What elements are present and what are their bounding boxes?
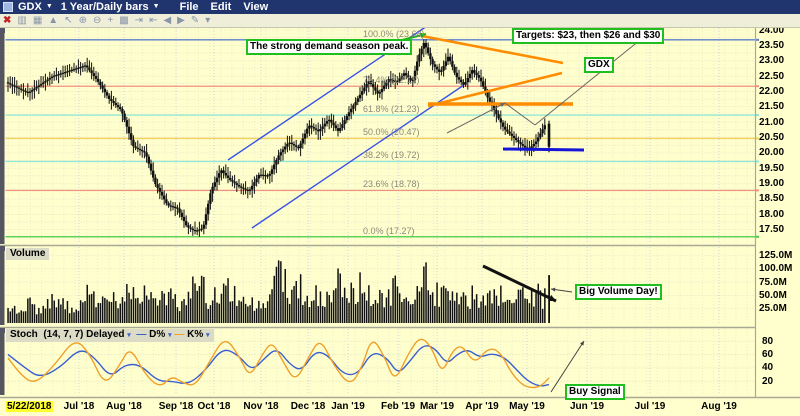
- fib-level-label: 38.2% (19.72): [363, 150, 420, 160]
- volume-panel-collapse-button[interactable]: [0, 246, 5, 251]
- menu-view[interactable]: View: [243, 1, 268, 13]
- stoch-k-dropdown-icon[interactable]: ▾: [206, 332, 210, 339]
- price-axis-label: 18.00: [759, 209, 784, 220]
- volume-axis-label: 125.0M: [759, 250, 792, 261]
- zoom-out-icon[interactable]: ⊖: [93, 15, 101, 27]
- stoch-axis-label: 60: [762, 349, 773, 360]
- stoch-k-line-swatch: —: [174, 329, 184, 340]
- candlestick-chart-icon[interactable]: ▥: [17, 15, 26, 27]
- stoch-panel-collapse-button[interactable]: [0, 328, 5, 333]
- pan-left-icon[interactable]: ◀: [163, 15, 171, 27]
- crosshair-icon[interactable]: +: [107, 15, 113, 27]
- volume-axis-label: 25.0M: [759, 303, 787, 314]
- pointer-icon[interactable]: ↖: [64, 15, 72, 27]
- bar-chart-icon[interactable]: ▦: [33, 15, 42, 27]
- price-axis-label: 21.50: [759, 101, 784, 112]
- stoch-label: Stoch: [10, 329, 38, 340]
- stoch-panel-header: Stoch (14, 7, 7) Delayed ▾ — D% ▾ — K% ▾: [6, 329, 214, 342]
- period-selector[interactable]: 1 Year/Daily bars: [61, 1, 149, 13]
- stoch-delayed-label: Delayed: [86, 329, 124, 340]
- stoch-d-line-swatch: —: [136, 329, 146, 340]
- stoch-axis-label: 80: [762, 336, 773, 347]
- drawing-tools-icon[interactable]: ✎: [191, 15, 199, 27]
- fib-level-label: 50.0% (20.47): [363, 127, 420, 137]
- stoch-params: (14, 7, 7): [43, 329, 83, 340]
- step-forward-icon[interactable]: ⇥: [135, 15, 143, 27]
- price-axis-label: 23.50: [759, 40, 784, 51]
- volume-panel-label: Volume: [6, 248, 49, 260]
- axis-start-date: 5/22/2018: [6, 401, 53, 412]
- month-axis-label: Aug '19: [701, 401, 737, 412]
- price-axis-label: 19.00: [759, 178, 784, 189]
- step-back-icon[interactable]: ⇤: [149, 15, 157, 27]
- month-axis-label: Apr '19: [465, 401, 499, 412]
- price-axis-label: 21.00: [759, 117, 784, 128]
- title-bar: GDX ▼ 1 Year/Daily bars ▼ File Edit View: [0, 0, 800, 14]
- month-axis-label: Nov '18: [243, 401, 278, 412]
- price-axis-label: 20.50: [759, 132, 784, 143]
- fib-level-label: 23.6% (18.78): [363, 179, 420, 189]
- menu-edit[interactable]: Edit: [211, 1, 232, 13]
- volume-axis-label: 50.0M: [759, 290, 787, 301]
- price-axis-label: 23.00: [759, 55, 784, 66]
- price-axis-label: 20.00: [759, 147, 784, 158]
- main-panel-collapse-button[interactable]: [0, 28, 5, 33]
- price-axis-label: 17.50: [759, 224, 784, 235]
- price-axis-label: 18.50: [759, 193, 784, 204]
- month-axis-label: Jun '19: [570, 401, 604, 412]
- stoch-axis-label: 20: [762, 376, 773, 387]
- volume-axis-label: 100.0M: [759, 263, 792, 274]
- ticker-selector[interactable]: GDX: [18, 1, 42, 13]
- price-axis-label: 22.50: [759, 71, 784, 82]
- stoch-d-label: D%: [149, 329, 165, 340]
- month-axis-label: Mar '19: [420, 401, 454, 412]
- area-chart-icon[interactable]: ▲: [48, 15, 58, 27]
- price-axis-label: 19.50: [759, 163, 784, 174]
- chart-canvas[interactable]: [0, 0, 800, 416]
- month-axis-label: Oct '18: [198, 401, 231, 412]
- stoch-d-dropdown-icon[interactable]: ▾: [168, 332, 172, 339]
- month-axis-label: Aug '18: [106, 401, 142, 412]
- buy-signal-annotation[interactable]: Buy Signal: [565, 384, 625, 400]
- chart-app-window: GDX ▼ 1 Year/Daily bars ▼ File Edit View…: [0, 0, 800, 416]
- peak-annotation[interactable]: The strong demand season peak.: [246, 39, 412, 55]
- price-axis-label: 22.00: [759, 86, 784, 97]
- month-axis-label: Dec '18: [291, 401, 326, 412]
- month-axis-label: Jul '18: [64, 401, 95, 412]
- month-axis-label: Feb '19: [381, 401, 415, 412]
- targets-annotation[interactable]: Targets: $23, then $26 and $30: [512, 28, 664, 44]
- pan-right-icon[interactable]: ▶: [177, 15, 185, 27]
- fib-level-label: 0.0% (17.27): [363, 226, 415, 236]
- fib-level-label: 76.4% (22.17): [363, 75, 420, 85]
- stoch-dropdown-icon[interactable]: ▾: [127, 332, 131, 339]
- volume-panel-label-text: Volume: [10, 248, 45, 259]
- fib-level-label: 100.0% (23.68): [363, 29, 425, 39]
- month-axis-label: May '19: [509, 401, 545, 412]
- annotate-icon[interactable]: ▩: [119, 15, 128, 27]
- toolbar: ✖ ▥ ▦ ▲ ↖ ⊕ ⊖ + ▩ ⇥ ⇤ ◀ ▶ ✎ ▾: [0, 14, 800, 28]
- big-volume-annotation[interactable]: Big Volume Day!: [575, 284, 662, 300]
- close-icon[interactable]: ✖: [3, 15, 11, 27]
- fib-level-label: 61.8% (21.23): [363, 104, 420, 114]
- symbol-annotation[interactable]: GDX: [584, 57, 614, 73]
- app-icon: [3, 2, 13, 12]
- volume-axis-label: 75.0M: [759, 277, 787, 288]
- month-axis-label: Sep '18: [159, 401, 194, 412]
- month-axis-label: Jan '19: [331, 401, 365, 412]
- ticker-dropdown-icon[interactable]: ▼: [46, 3, 53, 10]
- menu-file[interactable]: File: [180, 1, 199, 13]
- stoch-axis-label: 40: [762, 362, 773, 373]
- tools-dropdown-icon[interactable]: ▾: [205, 15, 210, 27]
- stoch-k-label: K%: [187, 329, 203, 340]
- zoom-in-icon[interactable]: ⊕: [79, 15, 87, 27]
- period-dropdown-icon[interactable]: ▼: [153, 3, 160, 10]
- month-axis-label: Jul '19: [635, 401, 666, 412]
